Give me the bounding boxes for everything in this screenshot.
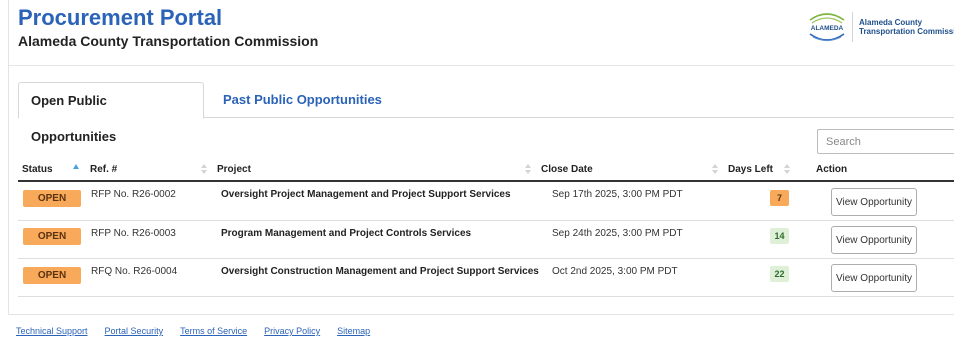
footer-link-terms-of-service[interactable]: Terms of Service	[180, 326, 247, 336]
days-left-badge: 22	[770, 266, 789, 282]
logo-divider	[852, 12, 853, 42]
project-name: Oversight Project Management and Project…	[221, 189, 511, 200]
logo-mark-text: ALAMEDA	[811, 25, 844, 32]
org-logo: ALAMEDA Alameda County Transportation Co…	[806, 10, 954, 44]
tab-past-opportunities[interactable]: Past Public Opportunities	[211, 82, 394, 118]
footer-link-technical-support[interactable]: Technical Support	[16, 326, 88, 336]
column-header-project[interactable]: Project	[217, 164, 251, 175]
footer-links: Technical Support Portal Security Terms of…	[16, 326, 387, 336]
footer-link-privacy-policy[interactable]: Privacy Policy	[264, 326, 320, 336]
search-input[interactable]	[817, 129, 954, 154]
sort-icon[interactable]	[525, 164, 531, 175]
tab-open-opportunities[interactable]: Open Public Opportunities	[18, 82, 204, 144]
close-date: Sep 24th 2025, 3:00 PM PDT	[552, 228, 683, 239]
logo-text: Alameda County Transportation Commission	[859, 18, 954, 36]
days-left-badge: 14	[770, 228, 789, 244]
footer-link-portal-security[interactable]: Portal Security	[105, 326, 164, 336]
opportunity-tabs: Open Public Opportunities Past Public Op…	[18, 82, 954, 144]
column-header-close-date[interactable]: Close Date	[541, 164, 593, 175]
view-opportunity-button[interactable]: View Opportunity	[831, 226, 917, 254]
sort-ascending-icon[interactable]	[73, 164, 79, 169]
status-badge: OPEN	[23, 228, 81, 245]
view-opportunity-button[interactable]: View Opportunity	[831, 188, 917, 216]
close-date: Oct 2nd 2025, 3:00 PM PDT	[552, 266, 678, 277]
logo-mark-icon: ALAMEDA	[806, 10, 848, 44]
sort-icon[interactable]	[784, 164, 790, 175]
sort-icon[interactable]	[712, 164, 718, 175]
ref-number: RFP No. R26-0003	[91, 228, 176, 239]
page-header: Procurement Portal Alameda County Transp…	[18, 5, 319, 50]
table-header: Status Ref. # Project Close Date Days Le…	[18, 160, 954, 182]
days-left-badge: 7	[770, 190, 789, 206]
project-name: Oversight Construction Management and Pr…	[221, 266, 539, 277]
table-row: OPEN RFQ No. R26-0004 Oversight Construc…	[18, 259, 954, 297]
ref-number: RFQ No. R26-0004	[91, 266, 178, 277]
header-divider	[9, 65, 954, 66]
sort-icon[interactable]	[201, 164, 207, 175]
logo-line-1: Alameda County	[859, 18, 923, 27]
column-header-status[interactable]: Status	[22, 164, 53, 175]
logo-line-2: Transportation Commission	[859, 27, 954, 36]
status-badge: OPEN	[23, 190, 81, 207]
view-opportunity-button[interactable]: View Opportunity	[831, 264, 917, 292]
table-row: OPEN RFP No. R26-0003 Program Management…	[18, 221, 954, 259]
ref-number: RFP No. R26-0002	[91, 189, 176, 200]
table-row: OPEN RFP No. R26-0002 Oversight Project …	[18, 183, 954, 221]
column-header-action: Action	[816, 164, 848, 175]
column-header-ref[interactable]: Ref. #	[90, 164, 117, 175]
organization-name: Alameda County Transportation Commission	[18, 33, 319, 49]
page-title: Procurement Portal	[18, 5, 223, 30]
footer-link-sitemap[interactable]: Sitemap	[337, 326, 370, 336]
status-badge: OPEN	[23, 267, 81, 284]
column-header-days-left[interactable]: Days Left	[728, 164, 773, 175]
project-name: Program Management and Project Controls …	[221, 228, 472, 239]
close-date: Sep 17th 2025, 3:00 PM PDT	[552, 189, 683, 200]
